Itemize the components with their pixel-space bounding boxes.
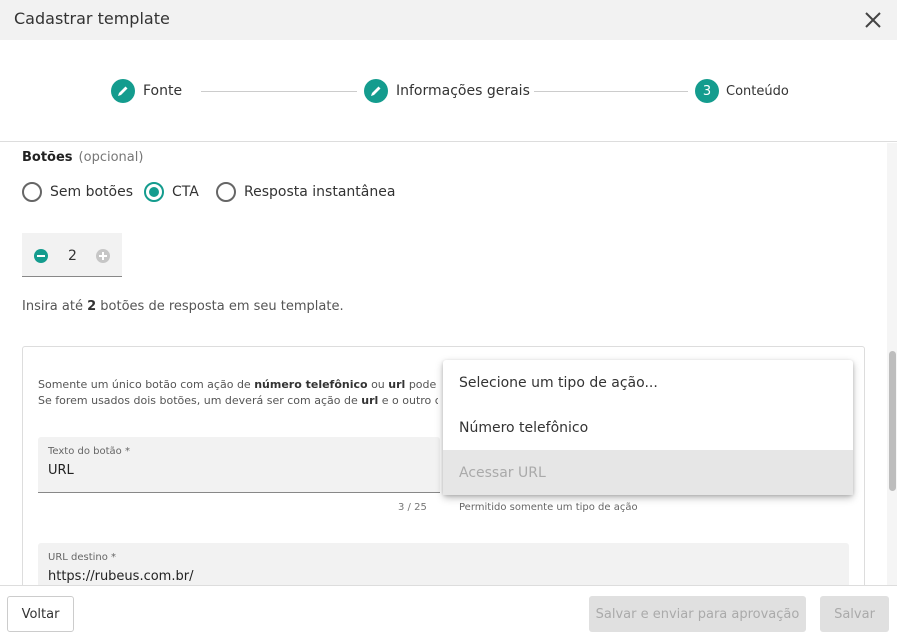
buttons-section-title: Botões (opcional) (22, 150, 143, 165)
action-type-dropdown: Selecione um tipo de ação... Número tele… (443, 360, 853, 495)
wizard-stepper: Fonte Informações gerais 3 Conteúdo (0, 40, 897, 142)
dropdown-item-acessar-url: Acessar URL (443, 450, 853, 495)
button-text-field[interactable]: Texto do botão * URL (38, 437, 440, 493)
radio-label: Resposta instantânea (244, 184, 396, 200)
dialog-title: Cadastrar template (14, 9, 170, 28)
url-destino-field[interactable]: URL destino * https://rubeus.com.br/ (38, 543, 849, 585)
radio-label: Sem botões (50, 184, 134, 200)
radio-label: CTA (172, 184, 199, 200)
button-text-value[interactable]: URL (48, 463, 74, 478)
radio-checked-icon[interactable] (144, 182, 164, 202)
minus-circle-icon[interactable] (34, 249, 48, 263)
dropdown-item-numero-telefonico[interactable]: Número telefônico (443, 405, 853, 450)
url-destino-value[interactable]: https://rubeus.com.br/ (48, 569, 193, 584)
step-number-conteudo[interactable]: 3 (695, 79, 719, 103)
radio-cta[interactable]: CTA (144, 182, 199, 202)
close-icon[interactable] (859, 6, 887, 34)
button-count-stepper: 2 (22, 233, 122, 277)
step-connector (534, 91, 688, 92)
action-type-helper: Permitido somente um tipo de ação (459, 502, 638, 513)
radio-resposta-instantanea[interactable]: Resposta instantânea (216, 182, 395, 202)
button-rules-note: Somente um único botão com ação de númer… (38, 378, 438, 407)
step-info-pencil-icon[interactable] (364, 79, 388, 103)
button-count-value: 2 (68, 248, 77, 264)
url-destino-label: URL destino * (48, 552, 117, 563)
dialog-header: Cadastrar template (0, 0, 897, 40)
buttons-title: Botões (22, 150, 73, 165)
step-label-conteudo[interactable]: Conteúdo (726, 84, 789, 99)
char-counter: 3 / 25 (398, 502, 427, 513)
dropdown-item-select[interactable]: Selecione um tipo de ação... (443, 360, 853, 405)
step-label-informacoes[interactable]: Informações gerais (396, 83, 530, 99)
radio-unchecked-icon[interactable] (22, 182, 42, 202)
step-connector (201, 91, 357, 92)
save-submit-button[interactable]: Salvar e enviar para aprovação (589, 596, 806, 632)
dialog-footer: Voltar Salvar e enviar para aprovação Sa… (0, 585, 897, 633)
button-text-label: Texto do botão * (48, 446, 130, 457)
save-button[interactable]: Salvar (820, 596, 889, 632)
plus-circle-icon[interactable] (96, 249, 110, 263)
radio-unchecked-icon[interactable] (216, 182, 236, 202)
step-fonte-pencil-icon[interactable] (111, 79, 135, 103)
optional-label: (opcional) (78, 150, 144, 165)
radio-sem-botoes[interactable]: Sem botões (22, 182, 133, 202)
scrollbar-thumb[interactable] (889, 351, 896, 491)
buttons-hint: Insira até 2 botões de resposta em seu t… (22, 299, 344, 314)
back-button[interactable]: Voltar (7, 596, 74, 632)
step-label-fonte[interactable]: Fonte (143, 83, 182, 99)
